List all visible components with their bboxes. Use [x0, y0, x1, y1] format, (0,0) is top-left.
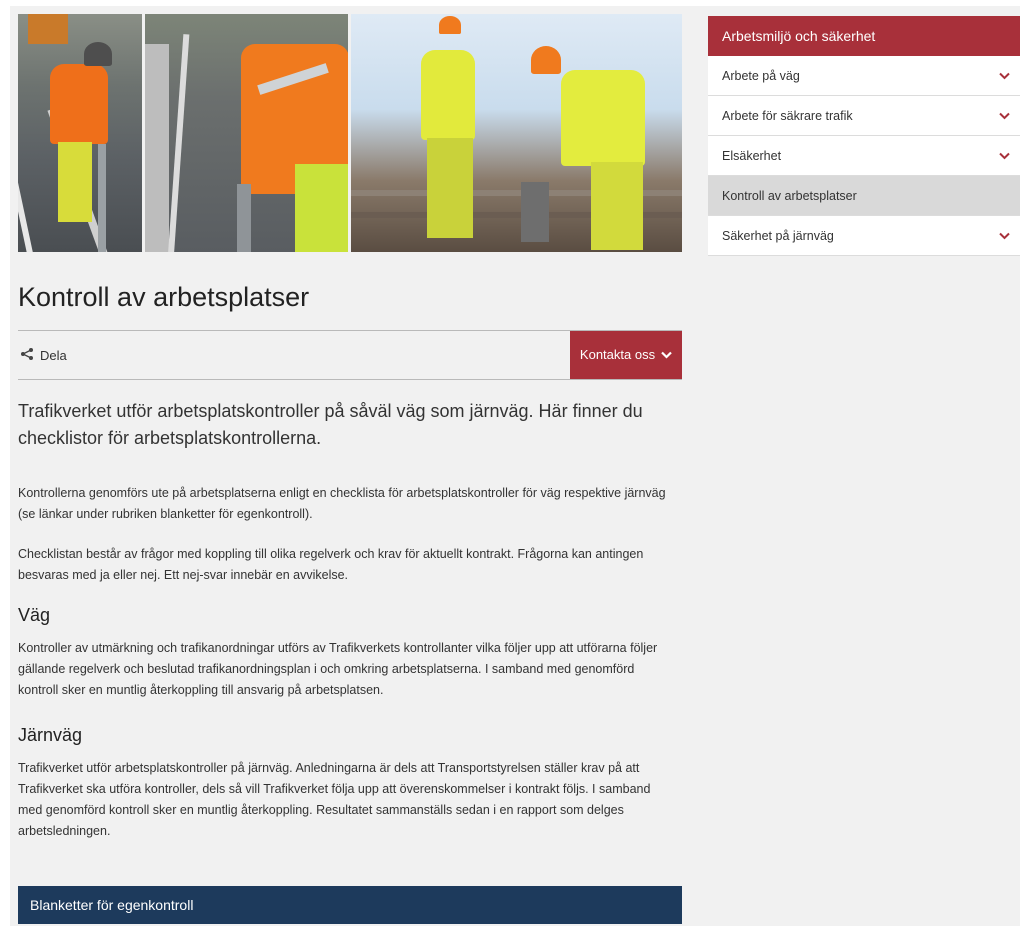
accordion-blanketter[interactable]: Blanketter för egenkontroll: [18, 886, 682, 924]
sidebar-heading[interactable]: Arbetsmiljö och säkerhet: [708, 16, 1020, 56]
hero-photo-guardrail-worker: [145, 14, 348, 252]
section-heading-vag: Väg: [18, 605, 51, 625]
chevron-down-icon[interactable]: [999, 229, 1010, 243]
share-button[interactable]: Dela: [20, 347, 67, 364]
body-paragraph-1: Kontrollerna genomförs ute på arbetsplat…: [18, 486, 666, 521]
share-label: Dela: [40, 347, 67, 363]
chevron-down-icon[interactable]: [999, 69, 1010, 83]
hero-photo-railway-workers: [351, 14, 682, 252]
contact-us-label: Kontakta oss: [579, 347, 656, 362]
sidebar-heading-label: Arbetsmiljö och säkerhet: [722, 28, 876, 44]
sidebar-item-arbete-for-sakrare-trafik[interactable]: Arbete för säkrare trafik: [708, 96, 1020, 136]
lead-paragraph: Trafikverket utför arbetsplatskontroller…: [18, 401, 643, 448]
sidebar-item-arbete-pa-vag[interactable]: Arbete på väg: [708, 56, 1020, 96]
chevron-down-icon[interactable]: [999, 109, 1010, 123]
section-text-vag: Kontroller av utmärkning och trafikanord…: [18, 641, 658, 697]
chevron-down-icon[interactable]: [999, 149, 1010, 163]
chevron-down-icon: [661, 347, 672, 362]
sidebar-item-label: Säkerhet på järnväg: [722, 228, 834, 243]
contact-us-button[interactable]: Kontakta oss: [570, 330, 682, 379]
page-title: Kontroll av arbetsplatser: [18, 282, 310, 312]
body-paragraph-2: Checklistan består av frågor med kopplin…: [18, 547, 644, 582]
sidebar-item-label: Kontroll av arbetsplatser: [722, 188, 857, 203]
sidebar-item-elsakerhet[interactable]: Elsäkerhet: [708, 136, 1020, 176]
sidebar-nav: Arbetsmiljö och säkerhet Arbete på väg A…: [708, 16, 1020, 256]
section-text-jarnvag: Trafikverket utför arbetsplatskontroller…: [18, 761, 651, 838]
hero-photo-road-worker: [18, 14, 142, 252]
hero-image-collage: [18, 14, 682, 252]
page-toolbar: Dela Kontakta oss: [18, 330, 682, 380]
accordion-blanketter-label: Blanketter för egenkontroll: [30, 897, 194, 913]
section-heading-jarnvag: Järnväg: [18, 725, 83, 745]
sidebar-item-label: Arbete för säkrare trafik: [722, 108, 853, 123]
sidebar-item-sakerhet-pa-jarnvag[interactable]: Säkerhet på järnväg: [708, 216, 1020, 256]
sidebar-item-kontroll-av-arbetsplatser[interactable]: Kontroll av arbetsplatser: [708, 176, 1020, 216]
sidebar-item-label: Elsäkerhet: [722, 148, 782, 163]
share-icon: [20, 347, 34, 364]
sidebar-item-label: Arbete på väg: [722, 68, 800, 83]
